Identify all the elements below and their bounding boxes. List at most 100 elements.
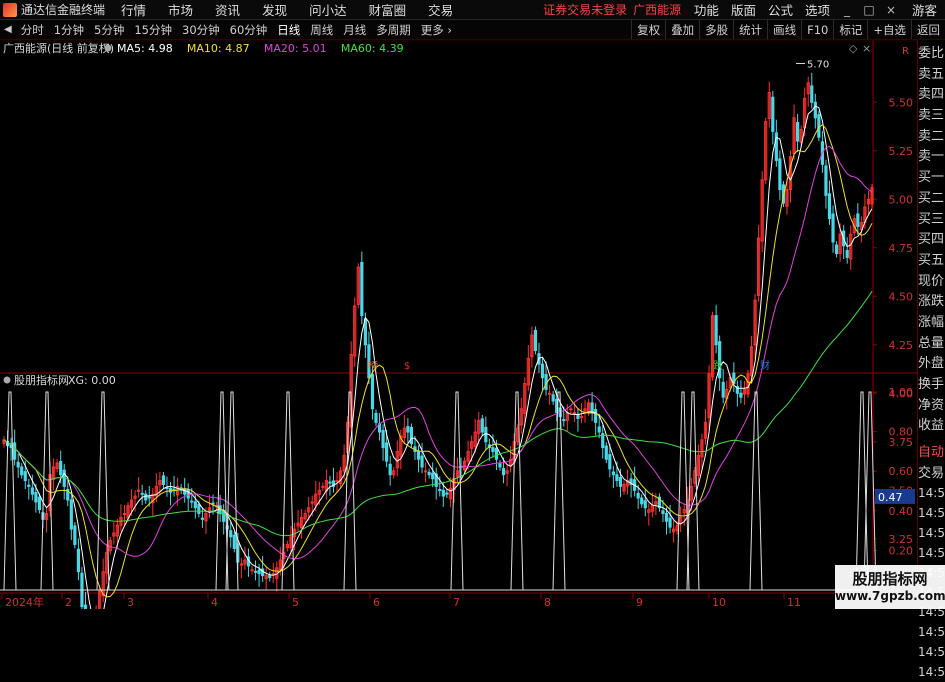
candle-body <box>831 213 835 243</box>
settings-dot-icon <box>3 376 11 384</box>
candle-body <box>183 488 187 495</box>
max-price-label: 5.70 <box>807 59 829 70</box>
candle-body <box>604 445 608 460</box>
toolbar-button[interactable]: 叠加 <box>665 20 699 39</box>
candle-body <box>427 471 431 476</box>
indicator-spike <box>686 391 700 591</box>
collapse-icon[interactable]: ◀ <box>0 24 16 35</box>
guest-label[interactable]: 游客 <box>912 0 937 19</box>
candle-body <box>370 374 375 410</box>
watermark-url: www.7gpzb.com <box>835 589 945 603</box>
toolbar-button[interactable]: 标记 <box>833 20 867 39</box>
candle-body <box>140 492 144 495</box>
tab-tf[interactable]: 多周期 <box>371 20 416 39</box>
candle-body <box>494 447 499 460</box>
toolbar-button[interactable]: 统计 <box>733 20 767 39</box>
candle-body <box>144 493 148 501</box>
menu-item[interactable]: 资讯 <box>215 0 240 19</box>
candle-body <box>381 429 385 449</box>
menu-layout[interactable]: 版面 <box>731 0 756 19</box>
candle-body <box>856 213 860 227</box>
toolbar-button[interactable]: 多股 <box>699 20 733 39</box>
maximize-button[interactable]: □ <box>858 3 880 17</box>
menu-item[interactable]: 行情 <box>121 0 146 19</box>
toolbar-button[interactable]: F10 <box>801 20 833 39</box>
stock-chart[interactable]: 5.505.255.004.754.504.254.003.753.503.25… <box>0 40 917 609</box>
quote-side-panel: 委比 卖五 卖四 卖三 卖二 卖一 买一 买二 买三 买四 买五 现价 涨跌 涨幅 总量 外盘 换手 净资 收益 自… <box>917 40 945 679</box>
watermark-title: 股朋指标网 <box>852 570 928 588</box>
candle-body <box>190 500 194 503</box>
indicator-tick-label: 0.80 <box>889 426 914 439</box>
toolbar-button[interactable]: 复权 <box>631 20 665 39</box>
watermark: 股朋指标网 www.7gpzb.com <box>835 565 945 609</box>
auto-label[interactable]: 自动 <box>918 443 945 464</box>
chart-title: 广西能源(日线 前复权) <box>3 41 114 55</box>
candle-body <box>668 517 672 528</box>
indicator-title: 股朋指标网 <box>14 373 69 387</box>
candle-body <box>810 85 814 103</box>
toolbar-button[interactable]: 画线 <box>767 20 801 39</box>
indicator-xg-value: XG: 0.00 <box>68 374 116 387</box>
candle-body <box>636 492 640 499</box>
tab-tf[interactable]: 30分钟 <box>177 20 225 39</box>
candle-body <box>431 472 435 480</box>
date-tick-label: 8 <box>544 596 551 609</box>
menu-item[interactable]: 发现 <box>262 0 287 19</box>
toolbar-button[interactable]: 返回 <box>911 20 945 39</box>
candle-body <box>360 261 364 317</box>
side-panel-label: 卖四 <box>918 87 945 103</box>
minimize-button[interactable]: _ <box>836 3 858 17</box>
tab-tf[interactable]: 15分钟 <box>129 20 177 39</box>
candle-body <box>551 394 555 402</box>
side-panel-label: 外盘 <box>918 356 945 372</box>
close-button[interactable]: × <box>880 3 902 17</box>
tab-tf-more[interactable]: 更多 › <box>416 20 457 39</box>
ma-label: MA60: 4.39 <box>341 42 404 55</box>
side-panel-label: 买二 <box>918 190 945 206</box>
price-tick-label: 4.50 <box>889 290 914 303</box>
side-panel-label: 买五 <box>918 252 945 268</box>
candle-body <box>374 412 378 423</box>
indicator-spike <box>3 391 17 591</box>
candle-body <box>30 487 34 495</box>
event-badge: $ <box>404 361 410 372</box>
menu-item[interactable]: 交易 <box>428 0 453 19</box>
side-panel-label: 委比 <box>918 46 945 61</box>
event-badge: 财 <box>760 359 770 372</box>
menu-function[interactable]: 功能 <box>694 0 719 19</box>
tab-tf[interactable]: 周线 <box>305 20 338 39</box>
candle-body <box>501 468 506 476</box>
candle-body <box>438 488 442 491</box>
tab-tf[interactable]: 月线 <box>338 20 371 39</box>
candle-body <box>817 114 821 138</box>
toolbar-button[interactable]: +自选 <box>867 20 911 39</box>
tab-tf[interactable]: 1分钟 <box>49 20 89 39</box>
trade-time: 14:56 <box>918 486 945 501</box>
candle-body <box>59 461 63 476</box>
indicator-tick-label: 0.20 <box>889 544 914 557</box>
candle-body <box>83 604 88 609</box>
candle-body <box>69 499 73 530</box>
menu-item[interactable]: 市场 <box>168 0 193 19</box>
app-logo-icon <box>3 2 17 17</box>
login-warning[interactable]: 证券交易未登录 <box>543 1 627 18</box>
menu-item[interactable]: 问小达 <box>309 0 347 19</box>
ma-label: MA5: 4.98 <box>117 42 173 55</box>
candle-body <box>186 488 190 499</box>
tab-tf[interactable]: 分时 <box>16 20 49 39</box>
tab-tf[interactable]: 5分钟 <box>89 20 129 39</box>
menu-options[interactable]: 选项 <box>805 0 830 19</box>
trade-label[interactable]: 交易 <box>918 464 945 485</box>
candle-body <box>640 497 644 505</box>
date-tick-label: 11 <box>787 596 801 609</box>
candle-body <box>23 471 27 482</box>
candle-body <box>834 244 839 255</box>
candle-body <box>229 530 233 538</box>
indicator-spike <box>552 391 566 591</box>
tab-tf[interactable]: 60分钟 <box>225 20 273 39</box>
date-tick-label: 3 <box>127 596 134 609</box>
tab-tf-active[interactable]: 日线 <box>272 20 305 39</box>
menu-item[interactable]: 财富圈 <box>369 0 407 19</box>
menu-formula[interactable]: 公式 <box>768 0 793 19</box>
date-tick-label: 2024年 <box>5 595 44 609</box>
